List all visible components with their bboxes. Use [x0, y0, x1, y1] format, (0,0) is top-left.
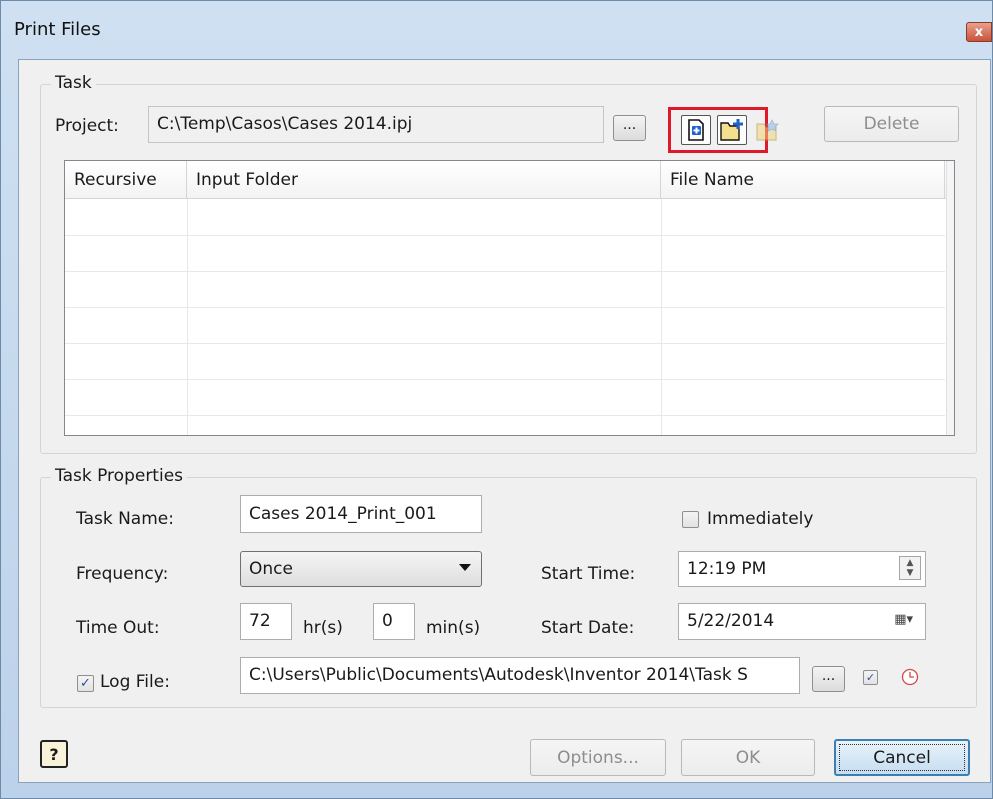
delete-button[interactable]: Delete	[824, 106, 959, 142]
calendar-icon[interactable]: ▦▾	[894, 604, 913, 635]
grid-header: Recursive Input Folder File Name	[65, 161, 954, 199]
timeout-label: Time Out:	[76, 618, 160, 638]
window-title: Print Files	[14, 19, 101, 40]
task-name-input[interactable]: Cases 2014_Print_001	[240, 495, 482, 533]
help-button[interactable]: ?	[40, 740, 68, 768]
log-file-label: Log File:	[100, 672, 170, 692]
table-row	[65, 307, 945, 308]
hours-unit-label: hr(s)	[303, 618, 343, 638]
add-folder-icon	[720, 119, 743, 141]
clock-icon[interactable]	[901, 668, 919, 686]
close-button[interactable]: x	[966, 22, 992, 42]
log-file-browse-button[interactable]: ...	[812, 666, 845, 692]
help-icon: ?	[49, 744, 59, 764]
column-header-file-name[interactable]: File Name	[661, 161, 945, 199]
minutes-unit-label: min(s)	[426, 618, 481, 638]
spinner-icon[interactable]: ▲ ▼	[899, 556, 921, 580]
title-bar[interactable]: Print Files x	[1, 1, 992, 59]
add-folder-button[interactable]	[717, 115, 747, 145]
add-file-button[interactable]	[681, 115, 711, 145]
log-file-enable-checkbox[interactable]: ✓	[863, 670, 878, 685]
start-time-input[interactable]: 12:19 PM ▲ ▼	[678, 551, 926, 587]
task-file-grid[interactable]: Recursive Input Folder File Name	[64, 160, 955, 436]
options-button[interactable]: Options...	[530, 739, 666, 776]
frequency-select[interactable]: Once	[240, 551, 482, 587]
table-row	[65, 271, 945, 272]
import-button[interactable]	[752, 115, 782, 145]
table-row	[65, 235, 945, 236]
ok-button[interactable]: OK	[681, 739, 815, 776]
log-file-checkbox[interactable]: ✓	[77, 675, 94, 692]
chevron-down-icon	[459, 564, 471, 571]
task-name-label: Task Name:	[76, 509, 174, 529]
dialog-client-area: Task Project: C:\Temp\Casos\Cases 2014.i…	[18, 59, 991, 783]
grid-scrollbar-track[interactable]	[946, 161, 954, 435]
project-label: Project:	[55, 116, 119, 136]
start-date-input[interactable]: 5/22/2014 ▦▾	[678, 603, 926, 640]
table-row	[65, 379, 945, 380]
column-header-recursive[interactable]: Recursive	[65, 161, 187, 199]
close-icon: x	[974, 24, 984, 40]
table-row	[65, 415, 945, 416]
start-time-label: Start Time:	[541, 564, 636, 584]
immediately-checkbox[interactable]	[682, 511, 699, 528]
immediately-label: Immediately	[707, 509, 814, 529]
project-path-field: C:\Temp\Casos\Cases 2014.ipj	[148, 106, 604, 143]
start-date-label: Start Date:	[541, 618, 635, 638]
column-header-input-folder[interactable]: Input Folder	[187, 161, 661, 199]
frequency-label: Frequency:	[76, 564, 169, 584]
task-group-legend: Task	[51, 73, 96, 93]
print-files-window: Print Files x Task Project: C:\Temp\Caso…	[0, 0, 993, 799]
task-group: Task Project: C:\Temp\Casos\Cases 2014.i…	[40, 73, 977, 454]
table-row	[65, 343, 945, 344]
task-properties-group: Task Properties Task Name: Cases 2014_Pr…	[40, 466, 977, 708]
add-file-icon	[688, 119, 704, 141]
import-icon	[756, 119, 779, 141]
log-file-path-input[interactable]: C:\Users\Public\Documents\Autodesk\Inven…	[240, 657, 800, 694]
timeout-hours-input[interactable]: 72	[240, 603, 292, 640]
project-browse-button[interactable]: ...	[613, 115, 646, 141]
timeout-minutes-input[interactable]: 0	[373, 603, 415, 640]
task-properties-legend: Task Properties	[51, 466, 188, 486]
cancel-button[interactable]: Cancel	[834, 739, 970, 776]
